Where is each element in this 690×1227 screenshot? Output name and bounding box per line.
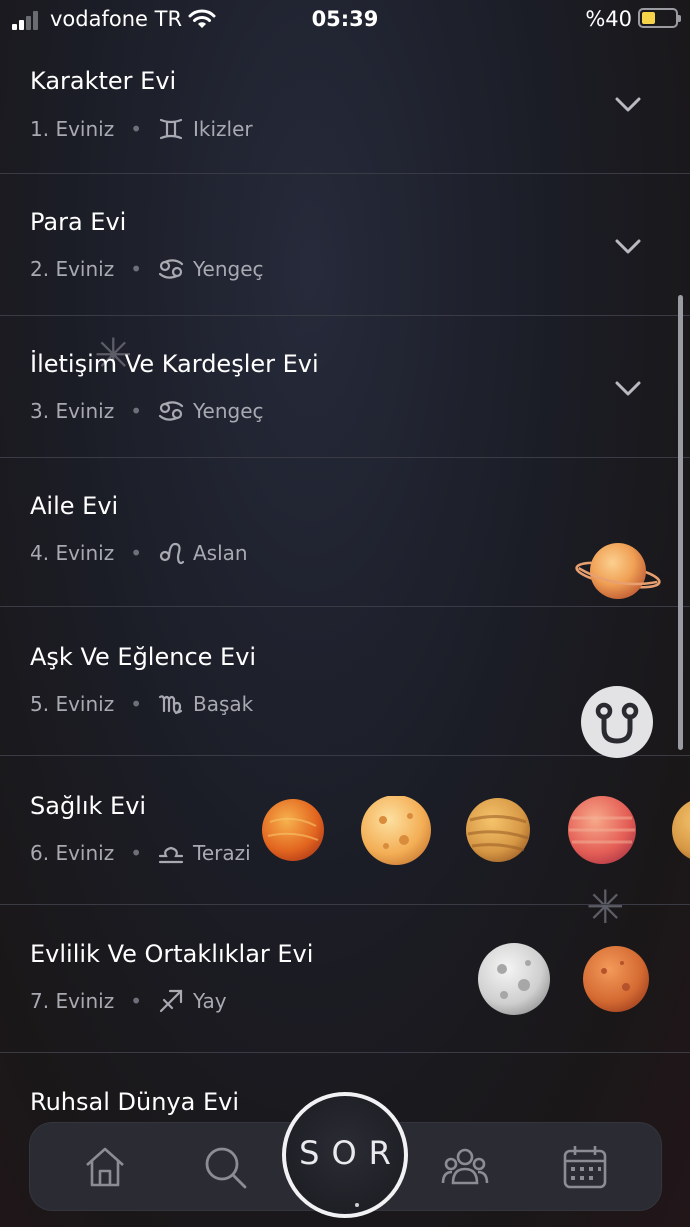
chevron-down-icon[interactable] <box>614 90 642 118</box>
separator-dot: • <box>130 692 142 716</box>
house-title: Karakter Evi <box>30 67 177 95</box>
uranus-glyph-icon <box>581 686 653 758</box>
sign-name: Yay <box>193 989 227 1013</box>
sign-name: Yengeç <box>193 399 264 423</box>
sign-name: Ikizler <box>193 117 253 141</box>
separator-dot: • <box>130 257 142 281</box>
house-title: Aile Evi <box>30 492 119 520</box>
house-title: Aşk Ve Eğlence Evi <box>30 643 257 671</box>
house-meta: 7. Eviniz • Yay <box>30 988 227 1014</box>
planet-icons <box>478 943 649 1015</box>
house-meta: 6. Eviniz • Terazi <box>30 840 251 866</box>
house-title: Sağlık Evi <box>30 792 147 820</box>
house-meta: 3. Eviniz • Yengeç <box>30 398 264 424</box>
libra-icon <box>158 846 184 864</box>
house-number: 4. Eviniz <box>30 541 115 565</box>
sor-label: SOR <box>299 1134 403 1172</box>
separator-dot: • <box>130 841 142 865</box>
house-title: İletişim Ve Kardeşler Evi <box>30 350 319 378</box>
house-number: 1. Eviniz <box>30 117 115 141</box>
house-meta: 1. Eviniz • Ikizler <box>30 116 253 142</box>
scrollbar[interactable] <box>678 295 683 750</box>
house-title: Evlilik Ve Ortaklıklar Evi <box>30 940 314 968</box>
separator-dot: • <box>130 117 142 141</box>
house-meta: 5. Eviniz • Başak <box>30 691 253 717</box>
community-icon[interactable] <box>441 1143 489 1191</box>
sign-name: Başak <box>193 692 254 716</box>
house-number: 5. Eviniz <box>30 692 115 716</box>
cancer-icon <box>158 259 184 279</box>
gemini-icon <box>159 118 183 140</box>
sor-button[interactable]: SOR <box>282 1092 408 1218</box>
house-title: Para Evi <box>30 208 127 236</box>
house-row-7[interactable]: Evlilik Ve Ortaklıklar Evi 7. Eviniz • Y… <box>0 905 690 1053</box>
planet-icon <box>466 798 530 862</box>
house-number: 6. Eviniz <box>30 841 115 865</box>
status-bar: vodafone TR 05:39 %40 <box>0 0 690 40</box>
search-icon[interactable] <box>201 1143 249 1191</box>
moon-icon <box>478 943 550 1015</box>
house-row-6[interactable]: Sağlık Evi 6. Eviniz • Terazi <box>0 756 690 905</box>
calendar-icon[interactable] <box>561 1143 609 1191</box>
planet-icon <box>262 799 324 861</box>
planet-icon <box>361 796 431 865</box>
leo-icon <box>159 542 184 565</box>
chevron-down-icon[interactable] <box>614 232 642 260</box>
saturn-planet-icon <box>575 543 661 599</box>
house-row-3[interactable]: İletişim Ve Kardeşler Evi 3. Eviniz • Ye… <box>0 316 690 458</box>
chevron-down-icon[interactable] <box>614 374 642 402</box>
house-meta: 2. Eviniz • Yengeç <box>30 256 264 282</box>
sagittarius-icon <box>159 989 183 1013</box>
house-row-1[interactable]: Karakter Evi 1. Eviniz • Ikizler <box>0 40 690 174</box>
virgo-icon <box>158 695 183 715</box>
separator-dot: • <box>130 541 142 565</box>
mars-planet-icon <box>583 946 649 1012</box>
sparkle-dot <box>355 1203 359 1207</box>
sign-name: Terazi <box>193 841 251 865</box>
sign-name: Yengeç <box>193 257 264 281</box>
cancer-icon <box>158 401 184 421</box>
home-icon[interactable] <box>81 1143 129 1191</box>
battery-icon <box>638 8 681 28</box>
house-meta: 4. Eviniz • Aslan <box>30 540 248 566</box>
house-number: 3. Eviniz <box>30 399 115 423</box>
house-row-4[interactable]: Aile Evi 4. Eviniz • Aslan <box>0 458 690 607</box>
house-number: 2. Eviniz <box>30 257 115 281</box>
battery-percentage: %40 <box>585 7 632 31</box>
house-row-2[interactable]: Para Evi 2. Eviniz • Yengeç <box>0 174 690 316</box>
sign-name: Aslan <box>193 541 248 565</box>
separator-dot: • <box>130 989 142 1013</box>
separator-dot: • <box>130 399 142 423</box>
planet-icons <box>262 796 690 865</box>
house-title: Ruhsal Dünya Evi <box>30 1088 240 1116</box>
house-number: 7. Eviniz <box>30 989 115 1013</box>
planet-icon <box>672 801 690 859</box>
house-row-5[interactable]: Aşk Ve Eğlence Evi 5. Eviniz • Başak <box>0 607 690 758</box>
